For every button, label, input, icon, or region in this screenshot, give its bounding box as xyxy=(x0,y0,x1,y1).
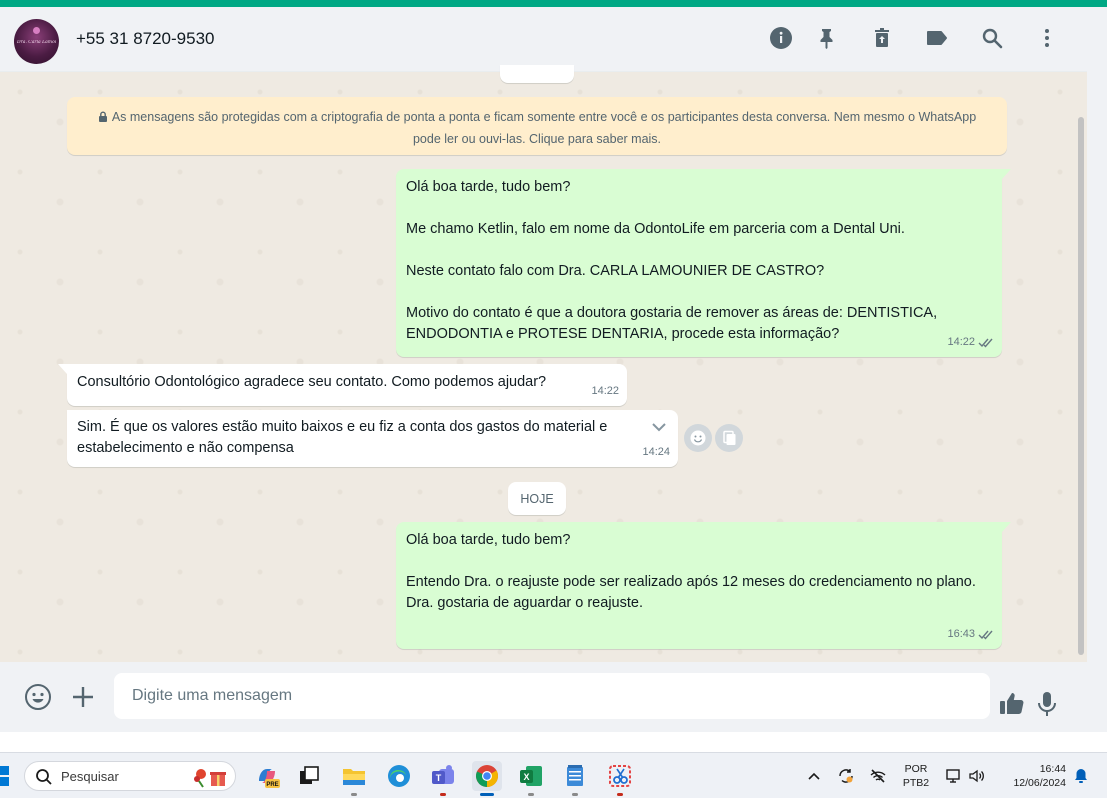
running-indicator xyxy=(572,793,578,796)
notification-bell-icon[interactable] xyxy=(1070,765,1092,787)
taskbar-search[interactable]: Pesquisar xyxy=(24,761,236,791)
svg-text:T: T xyxy=(436,773,442,783)
copilot-app-icon[interactable]: PRE xyxy=(252,761,282,791)
clock-date: 12/06/2024 xyxy=(1013,777,1066,789)
message-time: 16:43 xyxy=(947,628,975,640)
scrollbar-thumb[interactable] xyxy=(1078,117,1084,655)
menu-icon[interactable] xyxy=(1034,25,1060,51)
message-text: Olá boa tarde, tudo bem? Me chamo Ketlin… xyxy=(406,179,938,342)
search-icon[interactable] xyxy=(979,25,1005,51)
keyboard-layout: PTB2 xyxy=(902,777,930,789)
running-indicator xyxy=(440,793,446,796)
microphone-icon[interactable] xyxy=(1032,689,1062,719)
double-check-icon xyxy=(978,338,993,348)
copy-icon xyxy=(723,430,736,445)
task-view-icon[interactable] xyxy=(294,761,324,791)
taskbar: Pesquisar PRE T X POR PTB2 16:44 12/06/2… xyxy=(0,752,1107,798)
encryption-text: As mensagens são protegidas com a cripto… xyxy=(111,110,977,146)
snipping-tool-icon[interactable] xyxy=(605,761,635,796)
bubble-tail xyxy=(58,364,67,374)
message-input[interactable] xyxy=(114,673,990,719)
file-explorer-icon[interactable] xyxy=(339,761,369,796)
message-meta: 16:43 xyxy=(947,624,994,645)
lock-icon xyxy=(98,111,107,122)
thumbs-up-icon[interactable] xyxy=(997,689,1027,719)
date-pill-partial xyxy=(500,65,574,83)
clock-time: 16:44 xyxy=(1039,763,1066,775)
bubble-tail xyxy=(1002,522,1011,532)
message-bubble-outgoing[interactable]: Olá boa tarde, tudo bem? Entendo Dra. o … xyxy=(396,522,1002,649)
search-label: Pesquisar xyxy=(61,769,119,784)
running-indicator xyxy=(528,793,534,796)
message-meta: 14:24 xyxy=(642,442,670,463)
message-composer xyxy=(0,662,1087,732)
teams-app-icon[interactable]: T xyxy=(428,761,458,796)
attach-plus-icon[interactable] xyxy=(68,682,98,712)
chat-header[interactable]: Dra. Carla Lamounier +55 31 8720-9530 xyxy=(0,7,1087,72)
windows-start-icon[interactable] xyxy=(0,765,10,787)
message-bubble-incoming[interactable]: Consultório Odontológico agradece seu co… xyxy=(67,364,627,406)
bubble-tail xyxy=(1002,169,1011,179)
encryption-notice[interactable]: As mensagens são protegidas com a cripto… xyxy=(67,97,1007,155)
avatar[interactable]: Dra. Carla Lamounier xyxy=(14,19,59,64)
chevron-down-icon[interactable] xyxy=(650,418,668,436)
active-indicator xyxy=(480,793,494,796)
message-text: Sim. É que os valores estão muito baixos… xyxy=(77,419,612,456)
edge-browser-icon[interactable] xyxy=(384,761,414,791)
delete-icon[interactable] xyxy=(869,25,895,51)
info-icon[interactable] xyxy=(768,25,794,51)
whatsapp-window: Dra. Carla Lamounier +55 31 8720-9530 As… xyxy=(0,7,1087,732)
emoji-icon[interactable] xyxy=(23,682,53,712)
avatar-text: Dra. Carla Lamounier xyxy=(17,40,56,45)
date-divider: HOJE xyxy=(508,482,566,515)
forward-button[interactable] xyxy=(715,424,743,452)
label-icon[interactable] xyxy=(924,25,950,51)
network-off-icon[interactable] xyxy=(867,765,889,787)
gift-flowers-icon xyxy=(194,769,226,788)
message-time: 14:22 xyxy=(947,336,975,348)
excel-app-icon[interactable]: X xyxy=(516,761,546,796)
pin-icon[interactable] xyxy=(814,25,840,51)
notepad-app-icon[interactable] xyxy=(560,761,590,796)
avatar-flower-icon xyxy=(33,27,40,34)
message-bubble-incoming[interactable]: Sim. É que os valores estão muito baixos… xyxy=(67,410,678,467)
chevron-up-icon[interactable] xyxy=(803,765,825,787)
window-edge xyxy=(1087,7,1107,732)
display-icon[interactable] xyxy=(943,765,965,787)
double-check-icon xyxy=(978,630,993,640)
message-time: 14:24 xyxy=(642,446,670,458)
contact-name[interactable]: +55 31 8720-9530 xyxy=(76,29,215,49)
message-meta: 14:22 xyxy=(591,381,619,402)
smiley-icon xyxy=(690,430,706,446)
language-code: POR xyxy=(904,763,928,775)
svg-text:PRE: PRE xyxy=(266,782,278,788)
sync-icon[interactable] xyxy=(835,765,857,787)
language-indicator[interactable]: POR PTB2 xyxy=(898,762,934,790)
message-bubble-outgoing[interactable]: Olá boa tarde, tudo bem? Me chamo Ketlin… xyxy=(396,169,1002,357)
emoji-react-button[interactable] xyxy=(684,424,712,452)
message-time: 14:22 xyxy=(591,385,619,397)
message-meta: 14:22 xyxy=(947,332,994,353)
running-indicator xyxy=(617,793,623,796)
volume-icon[interactable] xyxy=(966,765,988,787)
top-accent-strip xyxy=(0,0,1107,7)
message-text: Olá boa tarde, tudo bem? Entendo Dra. o … xyxy=(406,532,976,611)
message-text: Consultório Odontológico agradece seu co… xyxy=(77,374,547,390)
system-clock[interactable]: 16:44 12/06/2024 xyxy=(998,762,1066,790)
running-indicator xyxy=(351,793,357,796)
svg-text:X: X xyxy=(523,772,529,782)
chrome-browser-icon[interactable] xyxy=(472,761,502,796)
search-icon xyxy=(36,769,52,785)
